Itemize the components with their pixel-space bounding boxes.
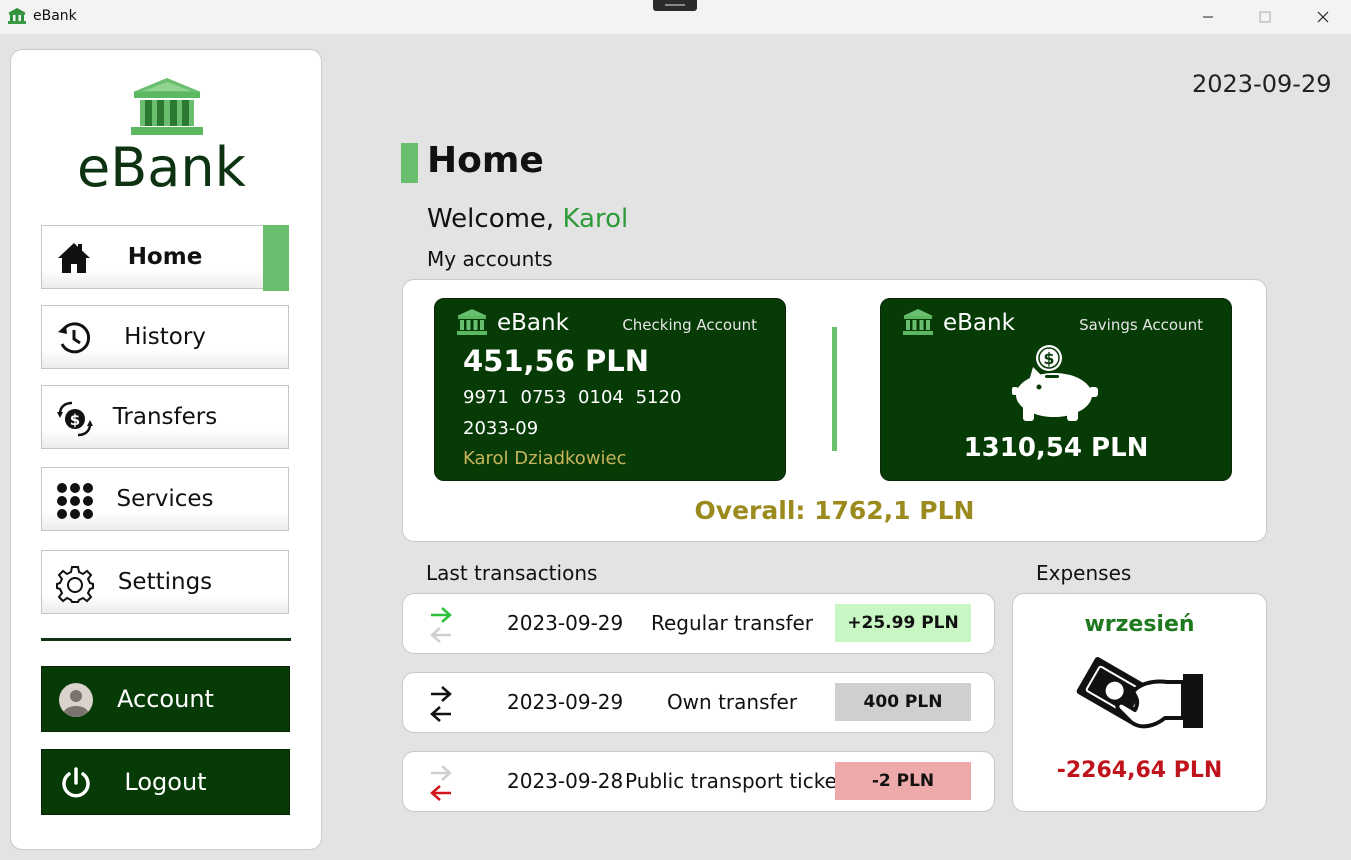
- last-transactions-label: Last transactions: [426, 561, 598, 585]
- active-indicator: [263, 225, 289, 291]
- current-date: 2023-09-29: [1192, 70, 1332, 98]
- snap-handle[interactable]: [653, 0, 697, 11]
- own-transfer-icon: [425, 683, 457, 723]
- checking-account-card[interactable]: eBank Checking Account 451,56 PLN 9971 0…: [434, 298, 786, 481]
- account-label: Account: [117, 685, 214, 713]
- sidebar-item-history[interactable]: History: [41, 305, 289, 369]
- minimize-button[interactable]: [1185, 0, 1231, 34]
- close-icon: [1317, 11, 1329, 23]
- bank-icon: [8, 8, 26, 28]
- window-titlebar: eBank: [0, 0, 1351, 34]
- bank-icon: [903, 309, 933, 339]
- logout-label: Logout: [124, 768, 207, 796]
- expenses-panel: wrzesień -2264,64 PLN: [1012, 593, 1267, 812]
- sidebar-item-label: Settings: [117, 569, 213, 595]
- expenses-amount: -2264,64 PLN: [1056, 758, 1223, 783]
- piggy-bank-icon: $: [1009, 343, 1105, 427]
- transaction-description: Public transport ticket: [625, 769, 845, 793]
- welcome-prefix: Welcome,: [427, 204, 555, 234]
- cards-separator: [832, 327, 837, 451]
- savings-balance: 1310,54 PLN: [963, 433, 1149, 463]
- sidebar-item-label: Transfers: [112, 404, 218, 430]
- card-number: 9971 0753 0104 5120: [463, 387, 682, 408]
- window-title: eBank: [33, 8, 77, 24]
- sidebar-item-label: History: [124, 324, 206, 350]
- payment-hand-icon: [1075, 652, 1207, 748]
- logo-text: eBank: [77, 136, 246, 199]
- welcome-message: Welcome, Karol: [427, 204, 628, 234]
- sidebar-item-label: Home: [127, 244, 203, 270]
- sidebar: eBank Home History $ Transfers Services …: [10, 49, 322, 850]
- sidebar-divider: [41, 638, 291, 641]
- maximize-icon: [1259, 11, 1271, 23]
- expenses-month: wrzesień: [1084, 612, 1195, 637]
- sidebar-item-services[interactable]: Services: [41, 467, 289, 531]
- card-type: Checking Account: [622, 316, 757, 334]
- account-button[interactable]: Account: [41, 666, 290, 732]
- savings-account-card[interactable]: eBank Savings Account $ 1310,54 PLN: [880, 298, 1232, 481]
- close-button[interactable]: [1300, 0, 1346, 34]
- user-name: Karol: [562, 204, 629, 234]
- title-accent-bar: [401, 143, 418, 183]
- transaction-date: 2023-09-29: [507, 690, 624, 714]
- card-expiry: 2033-09: [463, 418, 539, 439]
- transaction-amount: +25.99 PLN: [835, 604, 971, 642]
- transaction-amount: 400 PLN: [835, 683, 971, 721]
- checking-balance: 451,56 PLN: [463, 344, 650, 378]
- maximize-button[interactable]: [1242, 0, 1288, 34]
- bank-icon: [457, 309, 487, 339]
- sidebar-item-transfers[interactable]: $ Transfers: [41, 385, 289, 449]
- sidebar-item-settings[interactable]: Settings: [41, 550, 289, 614]
- transaction-description: Own transfer: [666, 690, 798, 714]
- outgoing-transfer-icon: [425, 762, 457, 802]
- transaction-description: Regular transfer: [650, 611, 814, 635]
- accounts-panel: eBank Checking Account 451,56 PLN 9971 0…: [402, 279, 1267, 542]
- expenses-label: Expenses: [1036, 561, 1132, 585]
- transaction-row[interactable]: 2023-09-29 Own transfer 400 PLN: [402, 672, 995, 733]
- logout-button[interactable]: Logout: [41, 749, 290, 815]
- page-title: Home: [427, 140, 544, 181]
- transaction-row[interactable]: 2023-09-29 Regular transfer +25.99 PLN: [402, 593, 995, 654]
- my-accounts-label: My accounts: [427, 247, 553, 271]
- transaction-date: 2023-09-29: [507, 611, 624, 635]
- svg-text:$: $: [1043, 349, 1054, 368]
- card-brand: eBank: [497, 310, 569, 336]
- minimize-icon: [1203, 16, 1213, 18]
- overall-balance: Overall: 1762,1 PLN: [694, 496, 975, 525]
- transaction-amount: -2 PLN: [835, 762, 971, 800]
- transaction-date: 2023-09-28: [507, 769, 624, 793]
- card-holder: Karol Dziadkowiec: [463, 448, 627, 469]
- sidebar-item-home[interactable]: Home: [41, 225, 289, 291]
- sidebar-item-label: Services: [116, 486, 214, 512]
- card-brand: eBank: [943, 310, 1015, 336]
- bank-logo-icon: [131, 78, 203, 140]
- card-type: Savings Account: [1079, 316, 1203, 334]
- transaction-row[interactable]: 2023-09-28 Public transport ticket -2 PL…: [402, 751, 995, 812]
- incoming-transfer-icon: [425, 604, 457, 644]
